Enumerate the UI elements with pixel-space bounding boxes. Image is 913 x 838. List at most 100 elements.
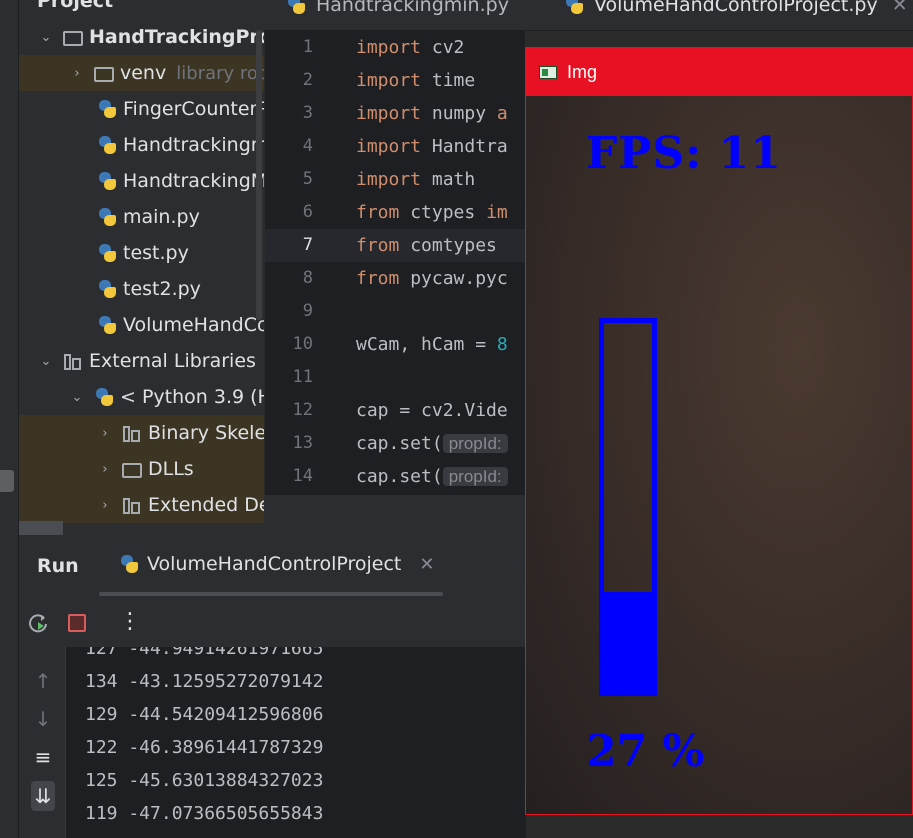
chevron-down-icon[interactable]: ⌄ (39, 30, 53, 45)
code-text: from pycaw.pyc (356, 268, 508, 289)
tree-item-venv[interactable]: › venv library roo (70, 55, 264, 91)
line-number: 14 (292, 466, 313, 486)
chevron-right-icon[interactable]: › (98, 426, 112, 441)
horizontal-scrollbar[interactable] (19, 521, 63, 535)
tree-item-file[interactable]: test.py (97, 235, 189, 271)
console-line: 134 -43.12595272079142 (85, 671, 324, 692)
run-tab-label: VolumeHandControlProject (147, 553, 402, 575)
code-line[interactable]: 13 cap.set(propId: (265, 427, 525, 460)
code-text: import Handtra (356, 136, 508, 157)
python-file-icon (97, 99, 117, 119)
console-line: 129 -44.54209412596806 (85, 704, 324, 725)
project-panel-title: Project (37, 0, 114, 12)
chevron-right-icon[interactable]: › (70, 66, 84, 81)
code-text: import cv2 (356, 37, 465, 58)
tree-item-dlls[interactable]: › DLLs (98, 451, 194, 487)
line-number: 9 (302, 301, 313, 321)
tree-item-file[interactable]: VolumeHandCo (97, 307, 264, 343)
folder-icon (94, 67, 114, 82)
code-line[interactable]: 10 wCam, hCam = 8 (265, 328, 525, 361)
tree-item-binary-skeletons[interactable]: › Binary Skele (98, 415, 264, 451)
tree-item-label: HandTrackingPro (89, 26, 264, 48)
opencv-image-window[interactable]: Img FPS: 11 27 % (525, 47, 913, 815)
code-line[interactable]: 11 (265, 361, 525, 394)
run-panel: Run VolumeHandControlProject ✕ ⋮ ↑ ↓ ≡ ⇊… (19, 535, 526, 838)
python-file-icon (97, 207, 117, 227)
tree-item-file[interactable]: FingerCounterP (97, 91, 264, 127)
chevron-down-icon[interactable]: ⌄ (70, 390, 84, 405)
vertical-scrollbar[interactable] (256, 30, 262, 320)
run-side-toolbar: ↑ ↓ ≡ ⇊ (19, 647, 66, 838)
tree-item-label: Binary Skele (148, 422, 264, 444)
tab-volumehandcontrolproject[interactable]: VolumeHandControlProject.py ✕ (564, 0, 908, 20)
soft-wrap-icon[interactable]: ≡ (31, 745, 55, 769)
tree-item-label: HandtrackingM (123, 170, 264, 192)
code-text: from comtypes (356, 235, 497, 256)
console-line: 119 -47.07366505655843 (85, 803, 324, 824)
more-icon[interactable]: ⋮ (119, 609, 141, 634)
code-line[interactable]: 9 (265, 295, 525, 328)
code-line[interactable]: 3 import numpy a (265, 97, 525, 130)
line-number: 2 (302, 70, 313, 90)
code-line[interactable]: 1 import cv2 (265, 31, 525, 64)
code-line[interactable]: 7 from comtypes (265, 229, 525, 262)
parameter-hint: propId: (442, 467, 508, 486)
tree-item-python-sdk[interactable]: ⌄ < Python 3.9 (H (70, 379, 264, 415)
scroll-up-icon[interactable]: ↑ (31, 669, 55, 693)
stop-icon[interactable] (68, 614, 86, 632)
tab-handtrackingmin[interactable]: Handtrackingmin.py (286, 0, 509, 20)
code-text: from ctypes im (356, 202, 508, 223)
rerun-icon[interactable] (27, 612, 49, 634)
tool-window-indicator[interactable] (0, 470, 14, 492)
line-number: 13 (292, 433, 313, 453)
tree-item-file[interactable]: main.py (97, 199, 200, 235)
tree-item-label: test2.py (123, 278, 201, 300)
python-file-icon (97, 243, 117, 263)
run-header: Run VolumeHandControlProject ✕ (19, 535, 526, 597)
run-toolbar: ⋮ (19, 597, 526, 647)
chevron-right-icon[interactable]: › (98, 498, 112, 513)
code-line[interactable]: 8 from pycaw.pyc (265, 262, 525, 295)
scroll-to-end-icon[interactable]: ⇊ (31, 781, 55, 811)
tree-item-label: Extended De (148, 494, 264, 516)
close-icon[interactable]: ✕ (419, 554, 434, 575)
scroll-down-icon[interactable]: ↓ (31, 707, 55, 731)
tree-item-file[interactable]: Handtrackingm (97, 127, 264, 163)
tree-item-extended-definitions[interactable]: › Extended De (98, 487, 264, 523)
folder-icon (63, 31, 83, 46)
tree-item-project-root[interactable]: ⌄ HandTrackingPro (39, 19, 264, 55)
line-number: 11 (292, 367, 313, 387)
code-editor[interactable]: 1 import cv2 2 import time 3 import numpy a 4 i… (265, 31, 525, 495)
code-line[interactable]: 2 import time (265, 64, 525, 97)
close-icon[interactable]: ✕ (892, 0, 908, 16)
code-line[interactable]: 5 import math (265, 163, 525, 196)
code-line[interactable]: 12 cap = cv2.Vide (265, 394, 525, 427)
chevron-down-icon[interactable]: ⌄ (39, 354, 53, 369)
image-window-titlebar[interactable]: Img (526, 48, 912, 96)
line-number: 4 (302, 136, 313, 156)
code-line[interactable]: 6 from ctypes im (265, 196, 525, 229)
tree-item-file[interactable]: HandtrackingM (97, 163, 264, 199)
code-line[interactable]: 14 cap.set(propId: (265, 460, 525, 493)
code-text: cap.set(propId: (356, 460, 508, 493)
line-number: 10 (292, 334, 313, 354)
left-tool-strip (0, 0, 19, 838)
tree-item-hint: library roo (176, 62, 264, 84)
line-number: 8 (302, 268, 313, 288)
tree-item-label: VolumeHandCo (123, 314, 264, 336)
tree-item-external-libraries[interactable]: ⌄ External Libraries (39, 343, 256, 379)
python-file-icon (286, 0, 306, 15)
editor-tab-bar: Handtrackingmin.py VolumeHandControlProj… (264, 0, 913, 31)
tree-item-file[interactable]: test2.py (97, 271, 201, 307)
console-output[interactable]: 127 -44.94914261971665 134 -43.125952720… (66, 647, 526, 838)
tree-item-label: DLLs (148, 458, 194, 480)
run-config-tab[interactable]: VolumeHandControlProject ✕ (119, 553, 434, 575)
code-line[interactable]: 4 import Handtra (265, 130, 525, 163)
library-icon (122, 495, 142, 515)
python-file-icon (564, 0, 584, 15)
console-line: 125 -45.63013884327023 (85, 770, 324, 791)
window-app-icon (539, 65, 557, 79)
fps-overlay-text: FPS: 11 (586, 128, 782, 179)
chevron-right-icon[interactable]: › (98, 462, 112, 477)
line-number: 7 (302, 235, 313, 255)
